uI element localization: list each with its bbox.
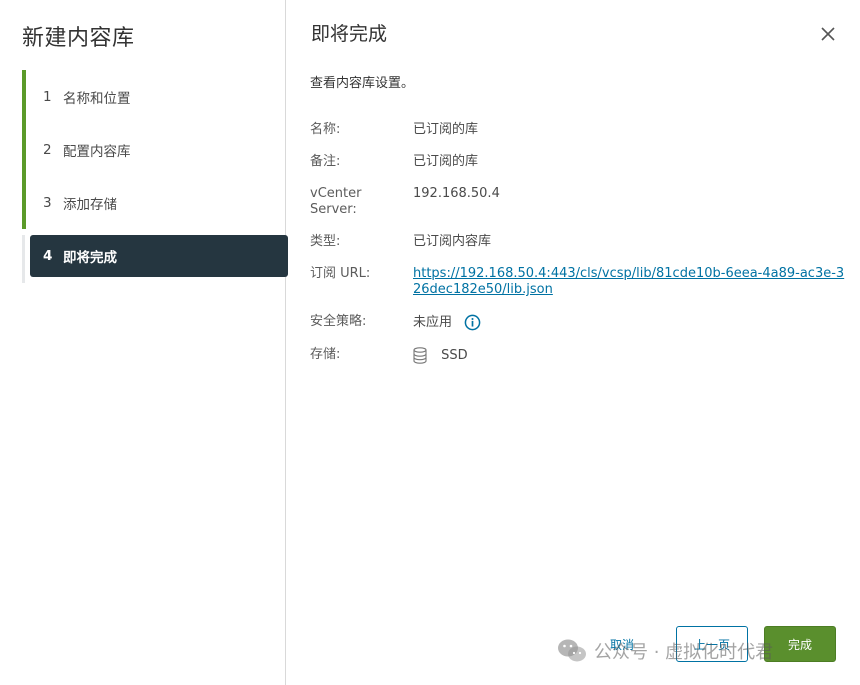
new-content-library-wizard: 新建内容库 1 名称和位置 2 配置内容库 3 添加存储 4 即将完成 即将完成… — [0, 0, 860, 685]
name-label: 名称: — [310, 122, 341, 137]
active-step-highlight: 4 即将完成 — [30, 235, 288, 277]
step-number: 1 — [43, 88, 52, 105]
storage-label: 存储: — [310, 347, 341, 362]
url-label: 订阅 URL: — [310, 266, 371, 281]
wizard-main-panel: 即将完成 查看内容库设置。 名称: 已订阅的库 备注: 已订阅的库 vCente… — [286, 0, 860, 685]
step-number: 2 — [43, 141, 52, 158]
summary-row-url: 订阅 URL: https://192.168.50.4:443/cls/vcs… — [310, 266, 850, 298]
settings-summary: 名称: 已订阅的库 备注: 已订阅的库 vCenter Server: 192.… — [310, 122, 850, 380]
wizard-footer: 取消 上一页 完成 — [286, 626, 860, 664]
step-add-storage[interactable]: 3 添加存储 — [22, 176, 286, 229]
subscription-url-link[interactable]: https://192.168.50.4:443/cls/vcsp/lib/81… — [413, 266, 844, 297]
policy-value: 未应用 — [413, 315, 453, 330]
vcenter-label: vCenter Server: — [310, 186, 362, 217]
step-label: 添加存储 — [63, 196, 117, 213]
info-icon[interactable] — [464, 314, 481, 331]
page-title: 即将完成 — [311, 23, 388, 45]
page-subtitle: 查看内容库设置。 — [310, 76, 415, 91]
summary-row-name: 名称: 已订阅的库 — [310, 122, 850, 138]
wizard-steps: 1 名称和位置 2 配置内容库 3 添加存储 4 即将完成 — [22, 70, 288, 283]
step-label: 配置内容库 — [63, 143, 131, 160]
step-label: 即将完成 — [63, 250, 117, 266]
type-label: 类型: — [310, 234, 341, 249]
finish-button[interactable]: 完成 — [764, 626, 836, 662]
notes-value: 已订阅的库 — [413, 154, 479, 169]
notes-label: 备注: — [310, 154, 341, 169]
type-value: 已订阅内容库 — [413, 234, 492, 249]
datastore-icon — [413, 347, 427, 364]
wizard-title: 新建内容库 — [22, 26, 135, 51]
cancel-button[interactable]: 取消 — [591, 626, 653, 662]
wizard-sidebar: 新建内容库 1 名称和位置 2 配置内容库 3 添加存储 4 即将完成 — [0, 0, 288, 685]
summary-row-notes: 备注: 已订阅的库 — [310, 154, 850, 170]
summary-row-vcenter: vCenter Server: 192.168.50.4 — [310, 186, 850, 218]
step-number: 3 — [43, 194, 52, 211]
name-value: 已订阅的库 — [413, 122, 479, 137]
vcenter-value: 192.168.50.4 — [413, 186, 500, 201]
summary-row-security-policy: 安全策略: 未应用 — [310, 314, 850, 331]
back-button[interactable]: 上一页 — [676, 626, 748, 662]
policy-label: 安全策略: — [310, 314, 367, 329]
summary-row-type: 类型: 已订阅内容库 — [310, 234, 850, 250]
step-name-and-location[interactable]: 1 名称和位置 — [22, 70, 286, 123]
step-configure-library[interactable]: 2 配置内容库 — [22, 123, 286, 176]
step-ready-to-complete[interactable]: 4 即将完成 — [22, 235, 288, 283]
summary-row-storage: 存储: SSD — [310, 347, 850, 364]
close-button[interactable] — [818, 24, 838, 44]
close-icon — [821, 27, 835, 41]
step-number: 4 — [43, 248, 53, 264]
step-label: 名称和位置 — [63, 90, 131, 107]
storage-value: SSD — [441, 348, 468, 363]
